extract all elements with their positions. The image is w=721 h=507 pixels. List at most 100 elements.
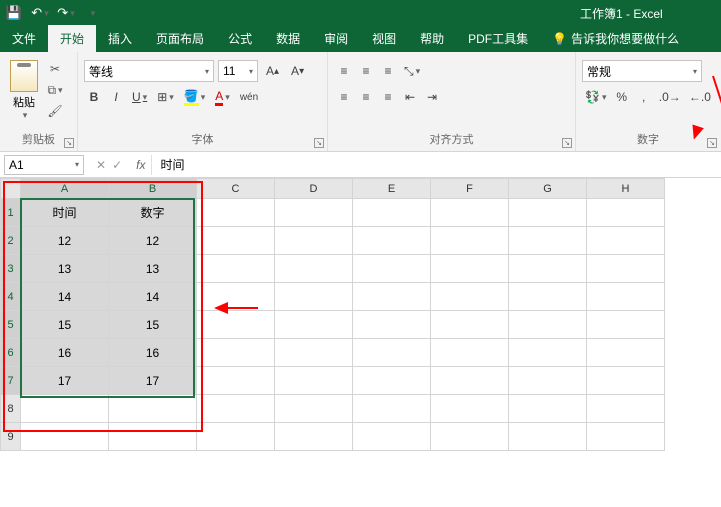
cancel-icon[interactable]: ✕ — [96, 158, 106, 172]
cell-H8[interactable] — [587, 395, 665, 423]
row-head-8[interactable]: 8 — [1, 395, 21, 423]
fx-icon[interactable]: fx — [130, 155, 152, 175]
name-box[interactable]: A1▾ — [4, 155, 84, 175]
row-head-3[interactable]: 3 — [1, 255, 21, 283]
cell-B8[interactable] — [109, 395, 197, 423]
cell-F7[interactable] — [431, 367, 509, 395]
cell-A3[interactable]: 13 — [21, 255, 109, 283]
tab-help[interactable]: 帮助 — [408, 25, 456, 52]
cell-H5[interactable] — [587, 311, 665, 339]
cell-B6[interactable]: 16 — [109, 339, 197, 367]
cell-E4[interactable] — [353, 283, 431, 311]
increase-decimal-icon[interactable]: .0→ — [656, 86, 684, 108]
orientation-icon[interactable]: ⤡▾ — [400, 60, 424, 82]
cell-E2[interactable] — [353, 227, 431, 255]
cell-F1[interactable] — [431, 199, 509, 227]
cell-B3[interactable]: 13 — [109, 255, 197, 283]
cell-B7[interactable]: 17 — [109, 367, 197, 395]
cell-E9[interactable] — [353, 423, 431, 451]
col-head-E[interactable]: E — [353, 179, 431, 199]
cell-C5[interactable] — [197, 311, 275, 339]
cell-D9[interactable] — [275, 423, 353, 451]
copy-icon[interactable]: ⧉▾ — [46, 81, 64, 99]
col-head-A[interactable]: A — [21, 179, 109, 199]
qat-customize-icon[interactable]: ▾ — [84, 5, 100, 21]
col-head-D[interactable]: D — [275, 179, 353, 199]
row-head-5[interactable]: 5 — [1, 311, 21, 339]
row-head-1[interactable]: 1 — [1, 199, 21, 227]
cell-B5[interactable]: 15 — [109, 311, 197, 339]
underline-button[interactable]: U▾ — [128, 86, 151, 108]
cell-H1[interactable] — [587, 199, 665, 227]
cell-B4[interactable]: 14 — [109, 283, 197, 311]
decrease-indent-icon[interactable]: ⇤ — [400, 86, 420, 108]
cell-F8[interactable] — [431, 395, 509, 423]
col-head-C[interactable]: C — [197, 179, 275, 199]
border-button[interactable]: ⊞▾ — [153, 86, 178, 108]
cell-E6[interactable] — [353, 339, 431, 367]
cell-C7[interactable] — [197, 367, 275, 395]
cell-E1[interactable] — [353, 199, 431, 227]
col-head-G[interactable]: G — [509, 179, 587, 199]
tab-file[interactable]: 文件 — [0, 25, 48, 52]
percent-button[interactable]: % — [612, 86, 632, 108]
cell-B2[interactable]: 12 — [109, 227, 197, 255]
cell-D2[interactable] — [275, 227, 353, 255]
clipboard-launcher[interactable]: ↘ — [64, 138, 74, 148]
cell-H4[interactable] — [587, 283, 665, 311]
cell-G5[interactable] — [509, 311, 587, 339]
cell-D6[interactable] — [275, 339, 353, 367]
bold-button[interactable]: B — [84, 86, 104, 108]
cell-D1[interactable] — [275, 199, 353, 227]
cell-F2[interactable] — [431, 227, 509, 255]
cell-G6[interactable] — [509, 339, 587, 367]
cell-A6[interactable]: 16 — [21, 339, 109, 367]
align-top-icon[interactable]: ≡ — [334, 60, 354, 82]
cell-C9[interactable] — [197, 423, 275, 451]
tab-data[interactable]: 数据 — [264, 25, 312, 52]
tab-insert[interactable]: 插入 — [96, 25, 144, 52]
fill-color-button[interactable]: 🪣▾ — [180, 86, 209, 108]
row-head-2[interactable]: 2 — [1, 227, 21, 255]
formula-value[interactable]: 时间 — [152, 156, 192, 173]
cell-D3[interactable] — [275, 255, 353, 283]
cell-D8[interactable] — [275, 395, 353, 423]
cell-E8[interactable] — [353, 395, 431, 423]
cell-H3[interactable] — [587, 255, 665, 283]
cell-H2[interactable] — [587, 227, 665, 255]
cell-H7[interactable] — [587, 367, 665, 395]
cell-C6[interactable] — [197, 339, 275, 367]
cell-F9[interactable] — [431, 423, 509, 451]
cell-F6[interactable] — [431, 339, 509, 367]
cell-C2[interactable] — [197, 227, 275, 255]
spreadsheet-grid[interactable]: ABCDEFGH1时间数字212123131341414515156161671… — [0, 178, 721, 451]
cell-H9[interactable] — [587, 423, 665, 451]
cell-A9[interactable] — [21, 423, 109, 451]
align-launcher[interactable]: ↘ — [562, 138, 572, 148]
row-head-9[interactable]: 9 — [1, 423, 21, 451]
align-middle-icon[interactable]: ≡ — [356, 60, 376, 82]
cell-B1[interactable]: 数字 — [109, 199, 197, 227]
decrease-decimal-icon[interactable]: ←.0 — [686, 86, 714, 108]
cell-F5[interactable] — [431, 311, 509, 339]
increase-indent-icon[interactable]: ⇥ — [422, 86, 442, 108]
increase-font-icon[interactable]: A▴ — [262, 60, 283, 82]
font-size-select[interactable]: 11▾ — [218, 60, 258, 82]
cell-D7[interactable] — [275, 367, 353, 395]
cell-A7[interactable]: 17 — [21, 367, 109, 395]
save-icon[interactable]: 💾 — [6, 5, 22, 21]
enter-icon[interactable]: ✓ — [112, 158, 122, 172]
font-launcher[interactable]: ↘ — [314, 138, 324, 148]
cell-A4[interactable]: 14 — [21, 283, 109, 311]
cell-E3[interactable] — [353, 255, 431, 283]
tab-review[interactable]: 审阅 — [312, 25, 360, 52]
tab-home[interactable]: 开始 — [48, 25, 96, 52]
number-launcher[interactable]: ↘ — [707, 138, 717, 148]
redo-icon[interactable]: ↷▾ — [58, 5, 74, 21]
tab-view[interactable]: 视图 — [360, 25, 408, 52]
col-head-H[interactable]: H — [587, 179, 665, 199]
cell-D5[interactable] — [275, 311, 353, 339]
align-center-icon[interactable]: ≡ — [356, 86, 376, 108]
cell-E5[interactable] — [353, 311, 431, 339]
tab-layout[interactable]: 页面布局 — [144, 25, 216, 52]
